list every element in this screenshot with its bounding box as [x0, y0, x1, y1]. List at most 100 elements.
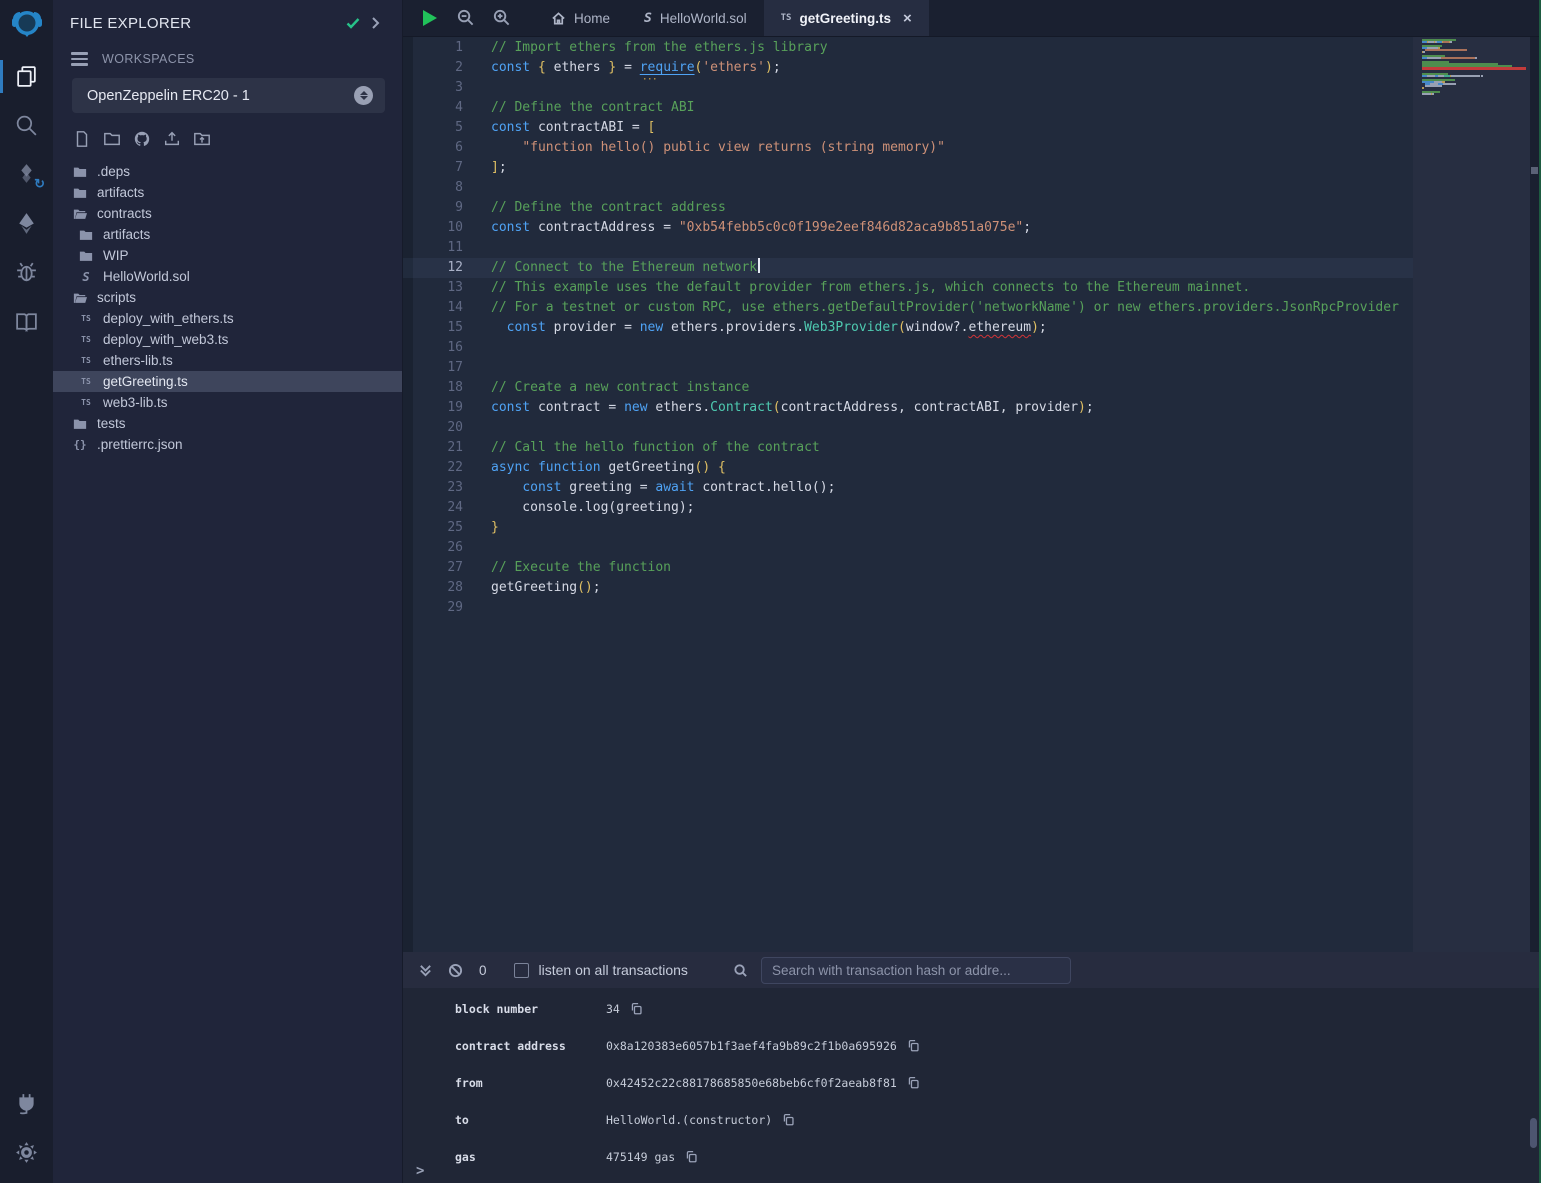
code-line-25[interactable]: 25}: [403, 518, 1413, 538]
plugin-manager-icon[interactable]: [0, 1079, 53, 1128]
code-line-16[interactable]: 16: [403, 338, 1413, 358]
workspace-select[interactable]: OpenZeppelin ERC20 - 1: [72, 78, 385, 113]
terminal-scrollbar-thumb[interactable]: [1530, 1118, 1537, 1148]
tree-item--deps[interactable]: .deps: [53, 161, 402, 182]
code-line-24[interactable]: 24 console.log(greeting);: [403, 498, 1413, 518]
code-editor[interactable]: 1// Import ethers from the ethers.js lib…: [403, 37, 1541, 952]
code-line-4[interactable]: 4// Define the contract ABI: [403, 98, 1413, 118]
clear-console-icon[interactable]: [445, 960, 465, 980]
tree-item-artifacts[interactable]: artifacts: [53, 182, 402, 203]
code-line-1[interactable]: 1// Import ethers from the ethers.js lib…: [403, 38, 1413, 58]
code-line-17[interactable]: 17: [403, 358, 1413, 378]
code-line-29[interactable]: 29: [403, 598, 1413, 618]
solidity-compiler-icon[interactable]: ↻: [0, 150, 53, 199]
minimap[interactable]: [1413, 37, 1530, 952]
upload-file-icon[interactable]: [162, 129, 182, 149]
code-line-13[interactable]: 13// This example uses the default provi…: [403, 278, 1413, 298]
folder-icon: [72, 165, 88, 179]
tx-detail-row-gas: gas475149 gas: [403, 1138, 1541, 1175]
line-content: // Import ethers from the ethers.js libr…: [463, 38, 828, 58]
code-line-5[interactable]: 5const contractABI = [: [403, 118, 1413, 138]
code-line-7[interactable]: 7];: [403, 158, 1413, 178]
remix-logo[interactable]: [0, 0, 53, 52]
tree-item-label: deploy_with_ethers.ts: [103, 311, 234, 326]
debugger-icon[interactable]: [0, 248, 53, 297]
editor-scrollbar-thumb[interactable]: [1531, 167, 1538, 174]
tab-helloworld-sol[interactable]: SHelloWorld.sol: [627, 0, 764, 36]
tree-item--prettierrc-json[interactable]: {}.prettierrc.json: [53, 434, 402, 455]
code-line-20[interactable]: 20: [403, 418, 1413, 438]
file-explorer-icon[interactable]: [0, 52, 53, 101]
terminal-collapse-icon[interactable]: [415, 960, 435, 980]
code-line-28[interactable]: 28getGreeting();: [403, 578, 1413, 598]
line-content: // For a testnet or custom RPC, use ethe…: [463, 298, 1399, 318]
accept-check-icon[interactable]: [342, 12, 364, 34]
code-line-15[interactable]: 15 const provider = new ethers.providers…: [403, 318, 1413, 338]
code-line-27[interactable]: 27// Execute the function: [403, 558, 1413, 578]
tx-detail-value: 0x42452c22c88178685850e68beb6cf0f2aeab8f…: [606, 1076, 897, 1090]
tree-item-web3-lib-ts[interactable]: TSweb3-lib.ts: [53, 392, 402, 413]
line-content: [463, 418, 491, 438]
code-line-8[interactable]: 8: [403, 178, 1413, 198]
listen-transactions-checkbox[interactable]: [514, 963, 529, 978]
terminal-prompt[interactable]: >: [416, 1163, 424, 1179]
tx-detail-label: gas: [403, 1150, 606, 1164]
code-line-18[interactable]: 18// Create a new contract instance: [403, 378, 1413, 398]
code-line-26[interactable]: 26: [403, 538, 1413, 558]
upload-folder-icon[interactable]: [192, 129, 212, 149]
learneth-icon[interactable]: [0, 297, 53, 346]
tree-item-label: contracts: [97, 206, 152, 221]
tree-item-scripts[interactable]: scripts: [53, 287, 402, 308]
code-line-12[interactable]: 12// Connect to the Ethereum network: [403, 258, 1413, 278]
transaction-search-input[interactable]: [761, 957, 1071, 984]
tree-item-deploy-with-web3-ts[interactable]: TSdeploy_with_web3.ts: [53, 329, 402, 350]
code-line-21[interactable]: 21// Call the hello function of the cont…: [403, 438, 1413, 458]
code-line-10[interactable]: 10const contractAddress = "0xb54febb5c0c…: [403, 218, 1413, 238]
tree-item-helloworld-sol[interactable]: SHelloWorld.sol: [53, 266, 402, 287]
code-line-23[interactable]: 23 const greeting = await contract.hello…: [403, 478, 1413, 498]
code-line-14[interactable]: 14// For a testnet or custom RPC, use et…: [403, 298, 1413, 318]
tx-detail-label: from: [403, 1076, 606, 1090]
code-line-2[interactable]: 2const { ethers } = require('ethers');: [403, 58, 1413, 78]
run-script-button[interactable]: [418, 7, 440, 29]
tree-item-artifacts[interactable]: artifacts: [53, 224, 402, 245]
create-folder-icon[interactable]: [102, 129, 122, 149]
copy-icon[interactable]: [782, 1113, 796, 1127]
copy-icon[interactable]: [907, 1076, 921, 1090]
sol-icon: S: [78, 270, 94, 284]
copy-icon[interactable]: [685, 1150, 699, 1164]
json-icon: {}: [72, 438, 88, 451]
zoom-out-icon[interactable]: [456, 8, 476, 28]
tree-item-ethers-lib-ts[interactable]: TSethers-lib.ts: [53, 350, 402, 371]
settings-icon[interactable]: [0, 1128, 53, 1177]
copy-icon[interactable]: [630, 1002, 644, 1016]
code-line-19[interactable]: 19const contract = new ethers.Contract(c…: [403, 398, 1413, 418]
deploy-run-icon[interactable]: [0, 199, 53, 248]
code-line-6[interactable]: 6 "function hello() public view returns …: [403, 138, 1413, 158]
remix-ide-window: ↻ FILE EXPLORER WORKSPACES OpenZeppelin …: [0, 0, 1541, 1183]
collapse-panel-chevron-icon[interactable]: [364, 12, 386, 34]
tree-item-tests[interactable]: tests: [53, 413, 402, 434]
tab-home[interactable]: Home: [534, 0, 627, 36]
code-line-9[interactable]: 9// Define the contract address: [403, 198, 1413, 218]
copy-icon[interactable]: [907, 1039, 921, 1053]
tree-item-wip[interactable]: WIP: [53, 245, 402, 266]
tab-getgreeting-ts[interactable]: TSgetGreeting.ts×: [764, 0, 929, 36]
code-line-22[interactable]: 22async function getGreeting() {: [403, 458, 1413, 478]
line-content: [463, 598, 491, 618]
github-icon[interactable]: [132, 129, 152, 149]
tree-item-contracts[interactable]: contracts: [53, 203, 402, 224]
line-number: 10: [403, 218, 463, 238]
line-content: const { ethers } = require('ethers');: [463, 58, 781, 78]
tree-item-getgreeting-ts[interactable]: TSgetGreeting.ts: [53, 371, 402, 392]
create-file-icon[interactable]: [72, 129, 92, 149]
search-icon[interactable]: [0, 101, 53, 150]
code-line-3[interactable]: 3: [403, 78, 1413, 98]
line-number: 27: [403, 558, 463, 578]
tree-item-deploy-with-ethers-ts[interactable]: TSdeploy_with_ethers.ts: [53, 308, 402, 329]
code-line-11[interactable]: 11: [403, 238, 1413, 258]
close-tab-icon[interactable]: ×: [903, 11, 912, 26]
editor-scrollbar[interactable]: [1530, 37, 1539, 952]
zoom-in-icon[interactable]: [492, 8, 512, 28]
workspaces-menu-icon[interactable]: [71, 52, 88, 65]
